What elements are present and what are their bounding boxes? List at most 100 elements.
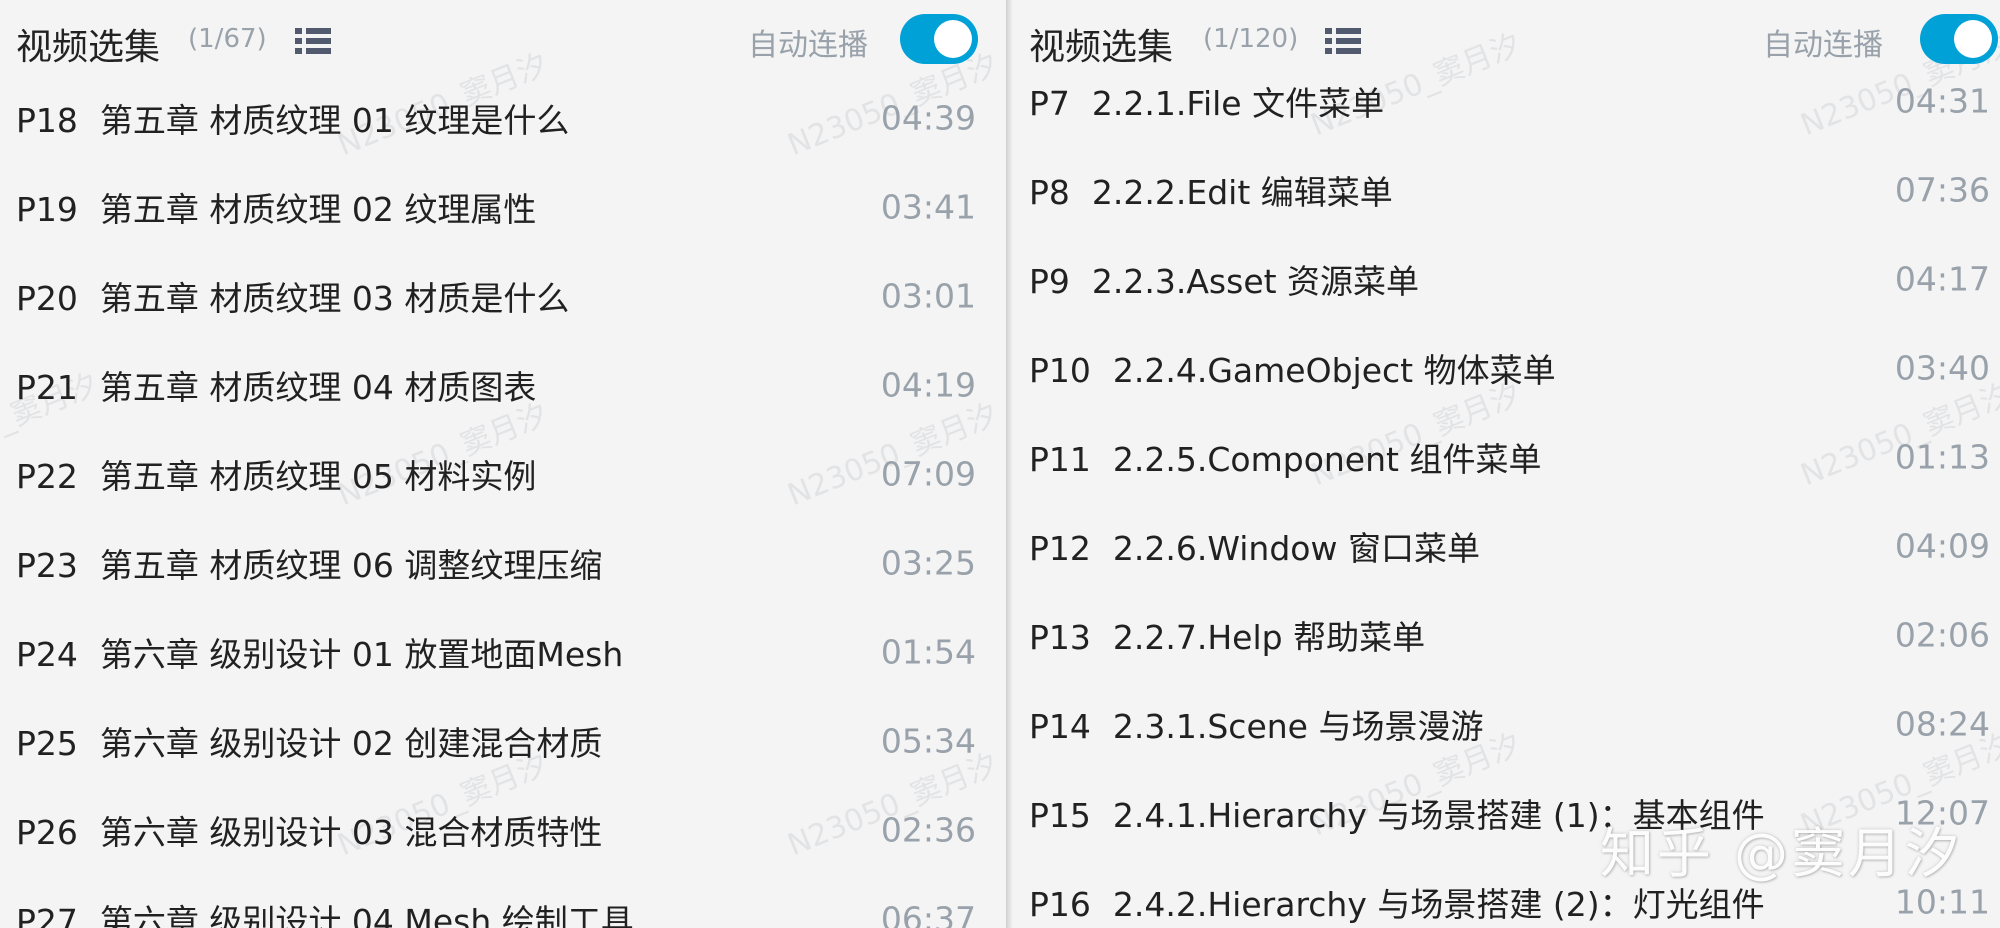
episode-title: 2.2.1.File 文件菜单 (1091, 83, 1385, 123)
episode-title: 第五章 材质纹理 02 纹理属性 (99, 189, 537, 229)
episode-item[interactable]: P20 第五章 材质纹理 03 材质是什么 03:01 (0, 251, 1006, 340)
episode-label: P19 第五章 材质纹理 02 纹理属性 (16, 183, 536, 231)
episode-number: P22 (16, 456, 78, 496)
episode-item[interactable]: P7 2.2.1.File 文件菜单 04:31 (1013, 56, 2000, 145)
episode-duration: 01:54 (880, 632, 976, 671)
episode-title: 2.2.6.Window 窗口菜单 (1112, 528, 1480, 568)
episode-number: P25 (16, 723, 78, 763)
episode-title: 2.2.4.GameObject 物体菜单 (1112, 350, 1556, 390)
episode-duration: 02:06 (1894, 615, 1990, 654)
episode-title: 2.2.7.Help 帮助菜单 (1112, 617, 1426, 657)
episode-item[interactable]: P24 第六章 级别设计 01 放置地面Mesh 01:54 (0, 607, 1006, 696)
episode-number: P24 (16, 634, 78, 674)
episode-item[interactable]: P18 第五章 材质纹理 01 纹理是什么 04:39 (0, 73, 1006, 162)
episode-number: P7 (1029, 83, 1070, 123)
episode-label: P21 第五章 材质纹理 04 材质图表 (16, 361, 536, 409)
toggle-knob (1954, 20, 1992, 58)
episode-item[interactable]: P22 第五章 材质纹理 05 材料实例 07:09 (0, 429, 1006, 518)
episode-title: 第五章 材质纹理 04 材质图表 (99, 367, 537, 407)
episode-title: 第六章 级别设计 03 混合材质特性 (99, 812, 603, 852)
episode-duration: 08:24 (1894, 704, 1990, 743)
episode-item[interactable]: P23 第五章 材质纹理 06 调整纹理压缩 03:25 (0, 518, 1006, 607)
episode-label: P7 2.2.1.File 文件菜单 (1029, 77, 1384, 125)
episode-title: 2.2.2.Edit 编辑菜单 (1091, 172, 1393, 212)
panel-divider (1006, 0, 1013, 928)
autoplay-label: 自动连播 (748, 28, 868, 63)
episode-item[interactable]: P9 2.2.3.Asset 资源菜单 04:17 (1013, 234, 2000, 323)
episode-item[interactable]: P25 第六章 级别设计 02 创建混合材质 05:34 (0, 696, 1006, 785)
episode-label: P24 第六章 级别设计 01 放置地面Mesh (16, 628, 623, 676)
episode-number: P11 (1029, 439, 1091, 479)
episode-number: P26 (16, 812, 78, 852)
episode-item[interactable]: P27 第六章 级别设计 04 Mesh 绘制工具 06:37 (0, 874, 1006, 928)
episode-list: P18 第五章 材质纹理 01 纹理是什么 04:39 P19 第五章 材质纹理 02 … (0, 73, 1006, 928)
episode-title: 2.2.3.Asset 资源菜单 (1091, 261, 1420, 301)
episode-duration: 01:13 (1894, 437, 1990, 476)
screenshot-stage: N23050_窦月汐 N23050_窦月汐 N23050_窦月汐 N23050_… (0, 0, 2000, 928)
episode-number: P21 (16, 367, 78, 407)
episode-item[interactable]: P14 2.3.1.Scene 与场景漫游 08:24 (1013, 679, 2000, 768)
playlist-panel-left: N23050_窦月汐 N23050_窦月汐 N23050_窦月汐 N23050_… (0, 0, 1006, 928)
episode-number: P10 (1029, 350, 1091, 390)
episode-duration: 04:09 (1894, 526, 1990, 565)
episode-number: P9 (1029, 261, 1070, 301)
episode-duration: 03:40 (1894, 348, 1990, 387)
episode-label: P13 2.2.7.Help 帮助菜单 (1029, 611, 1425, 659)
episode-item[interactable]: P21 第五章 材质纹理 04 材质图表 04:19 (0, 340, 1006, 429)
playlist-panel-right: N23050_窦月汐 N23050_窦月汐 N23050_窦月汐 N23050_… (1013, 0, 2000, 928)
episode-number: P18 (16, 100, 78, 140)
episode-label: P25 第六章 级别设计 02 创建混合材质 (16, 717, 602, 765)
episode-label: P23 第五章 材质纹理 06 调整纹理压缩 (16, 539, 602, 587)
episode-number: P15 (1029, 795, 1091, 835)
episode-item[interactable]: P26 第六章 级别设计 03 混合材质特性 02:36 (0, 785, 1006, 874)
episode-label: P26 第六章 级别设计 03 混合材质特性 (16, 806, 602, 854)
episode-number: P12 (1029, 528, 1091, 568)
episode-duration: 06:37 (880, 899, 976, 928)
episode-duration: 03:25 (880, 543, 976, 582)
episode-duration: 07:09 (880, 454, 976, 493)
episode-duration: 04:31 (1894, 81, 1990, 120)
episode-number: P16 (1029, 884, 1091, 924)
episode-title: 第六章 级别设计 02 创建混合材质 (99, 723, 603, 763)
episode-title: 2.2.5.Component 组件菜单 (1112, 439, 1542, 479)
episode-count: (1/120) (1203, 24, 1299, 54)
episode-duration: 03:01 (880, 276, 976, 315)
episode-item[interactable]: P8 2.2.2.Edit 编辑菜单 07:36 (1013, 145, 2000, 234)
episode-number: P27 (16, 901, 78, 928)
list-icon[interactable] (295, 27, 331, 55)
episode-number: P8 (1029, 172, 1070, 212)
episode-label: P27 第六章 级别设计 04 Mesh 绘制工具 (16, 895, 634, 928)
episode-duration: 02:36 (880, 810, 976, 849)
episode-item[interactable]: P12 2.2.6.Window 窗口菜单 04:09 (1013, 501, 2000, 590)
autoplay-toggle[interactable] (900, 14, 978, 64)
episode-label: P22 第五章 材质纹理 05 材料实例 (16, 450, 536, 498)
episode-item[interactable]: P11 2.2.5.Component 组件菜单 01:13 (1013, 412, 2000, 501)
episode-number: P19 (16, 189, 78, 229)
episode-duration: 07:36 (1894, 170, 1990, 209)
episode-list: P7 2.2.1.File 文件菜单 04:31 P8 2.2.2.Edit 编辑菜单 0… (1013, 56, 2000, 928)
episode-title: 第六章 级别设计 04 Mesh 绘制工具 (99, 901, 634, 928)
episode-number: P13 (1029, 617, 1091, 657)
episode-duration: 03:41 (880, 187, 976, 226)
episode-duration: 04:19 (880, 365, 976, 404)
list-icon[interactable] (1325, 27, 1361, 55)
episode-label: P14 2.3.1.Scene 与场景漫游 (1029, 700, 1483, 748)
episode-label: P10 2.2.4.GameObject 物体菜单 (1029, 344, 1556, 392)
episode-title: 2.4.2.Hierarchy 与场景搭建 (2)：灯光组件 (1112, 884, 1765, 924)
episode-number: P14 (1029, 706, 1091, 746)
episode-label: P12 2.2.6.Window 窗口菜单 (1029, 522, 1480, 570)
episode-label: P18 第五章 材质纹理 01 纹理是什么 (16, 94, 569, 142)
episode-item[interactable]: P13 2.2.7.Help 帮助菜单 02:06 (1013, 590, 2000, 679)
episode-duration: 05:34 (880, 721, 976, 760)
brand-watermark: 知乎 @窦月汐 (1599, 822, 1962, 885)
episode-item[interactable]: P19 第五章 材质纹理 02 纹理属性 03:41 (0, 162, 1006, 251)
episode-duration: 04:17 (1894, 259, 1990, 298)
episode-number: P20 (16, 278, 78, 318)
episode-title: 第六章 级别设计 01 放置地面Mesh (99, 634, 624, 674)
episode-label: P9 2.2.3.Asset 资源菜单 (1029, 255, 1419, 303)
episode-item[interactable]: P10 2.2.4.GameObject 物体菜单 03:40 (1013, 323, 2000, 412)
playlist-title: 视频选集 (16, 27, 161, 68)
toggle-knob (934, 20, 972, 58)
episode-title: 第五章 材质纹理 03 材质是什么 (99, 278, 570, 318)
episode-title: 第五章 材质纹理 06 调整纹理压缩 (99, 545, 603, 585)
